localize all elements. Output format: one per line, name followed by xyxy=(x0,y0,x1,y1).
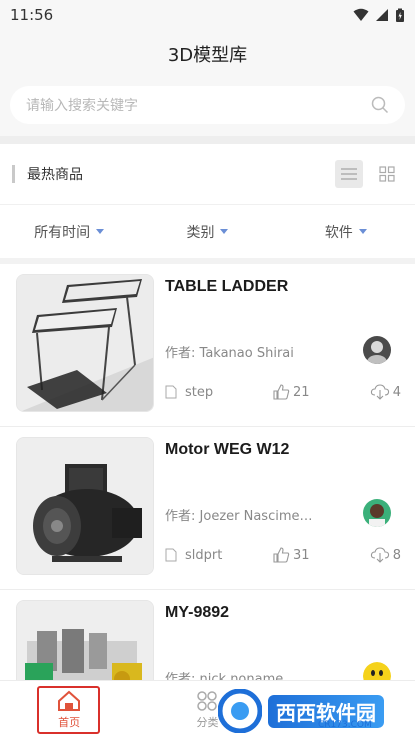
format-info: sldprt xyxy=(165,548,273,563)
list-item[interactable]: MY-9892 作者: nick noname xyxy=(0,590,415,680)
author-label: 作者: xyxy=(165,672,196,680)
system-icons xyxy=(353,8,405,23)
filter-bar: 所有时间 类别 软件 xyxy=(0,204,415,258)
section-title: 最热商品 xyxy=(27,167,83,183)
download-count[interactable]: 4 xyxy=(370,384,401,400)
battery-icon xyxy=(396,8,404,22)
cloud-download-icon xyxy=(370,547,389,563)
filter-category[interactable]: 类别 xyxy=(138,222,276,242)
download-value: 8 xyxy=(392,547,401,563)
like-count[interactable]: 31 xyxy=(273,547,361,563)
view-toggle xyxy=(335,160,415,188)
page-title: 3D模型库 xyxy=(167,45,248,66)
model-meta: step 21 4 xyxy=(165,384,401,400)
grid-view-icon xyxy=(379,166,395,182)
author-row: 作者: Takanao Shirai xyxy=(165,342,320,361)
watermark: 西西软件园 CR173.COM xyxy=(218,686,414,736)
author-label: 作者: xyxy=(165,346,196,361)
avatar[interactable] xyxy=(363,336,391,364)
section-marker xyxy=(12,165,15,183)
model-thumbnail[interactable] xyxy=(16,437,154,575)
thumbs-up-icon xyxy=(273,547,290,563)
list-view-icon xyxy=(341,168,357,180)
search-placeholder: 请输入搜索关键字 xyxy=(26,98,138,114)
filter-time[interactable]: 所有时间 xyxy=(0,222,138,242)
tab-category-label: 分类 xyxy=(196,715,219,729)
format-info: step xyxy=(165,385,273,400)
search-area: 请输入搜索关键字 xyxy=(0,78,415,136)
file-icon xyxy=(165,548,177,562)
model-name[interactable]: MY-9892 xyxy=(165,604,229,622)
author-row: 作者: Joezer Nascime… xyxy=(165,505,320,524)
filter-time-label: 所有时间 xyxy=(34,224,91,241)
watermark-logo-icon xyxy=(218,689,262,733)
search-input[interactable]: 请输入搜索关键字 xyxy=(10,86,405,124)
filter-software[interactable]: 软件 xyxy=(277,222,415,242)
download-value: 4 xyxy=(392,384,401,400)
author-name: Takanao Shirai xyxy=(199,346,294,361)
avatar[interactable] xyxy=(363,499,391,527)
like-value: 21 xyxy=(293,384,310,400)
file-icon xyxy=(165,385,177,399)
category-icon xyxy=(197,690,218,711)
section-gap xyxy=(0,136,415,144)
app-bar: 3D模型库 xyxy=(0,30,415,78)
author-label: 作者: xyxy=(165,509,196,524)
download-count[interactable]: 8 xyxy=(370,547,401,563)
model-thumbnail[interactable] xyxy=(16,600,154,680)
filter-software-label: 软件 xyxy=(324,224,353,241)
model-thumbnail[interactable] xyxy=(16,274,154,412)
format-label: sldprt xyxy=(185,547,223,563)
watermark-subtext: CR173.COM xyxy=(318,720,372,730)
author-row: 作者: nick noname xyxy=(165,668,320,680)
caret-down-icon xyxy=(220,229,229,234)
model-list: TABLE LADDER 作者: Takanao Shirai step 21 … xyxy=(0,264,415,680)
thumbs-up-icon xyxy=(273,384,290,400)
wifi-icon xyxy=(353,8,369,21)
author-name: nick noname xyxy=(199,672,284,680)
like-value: 31 xyxy=(293,547,310,563)
status-bar: 11:56 xyxy=(0,0,415,30)
like-count[interactable]: 21 xyxy=(273,384,361,400)
caret-down-icon xyxy=(96,229,105,234)
model-name[interactable]: TABLE LADDER xyxy=(165,278,288,296)
signal-icon xyxy=(376,9,388,21)
search-icon[interactable] xyxy=(371,96,389,114)
filter-category-label: 类别 xyxy=(186,224,215,241)
format-label: step xyxy=(185,384,214,400)
list-view-button[interactable] xyxy=(335,160,363,188)
caret-down-icon xyxy=(358,229,367,234)
list-item[interactable]: TABLE LADDER 作者: Takanao Shirai step 21 … xyxy=(0,264,415,427)
section-header: 最热商品 xyxy=(0,144,415,204)
author-name: Joezer Nascime… xyxy=(199,509,313,524)
grid-view-button[interactable] xyxy=(373,160,401,188)
model-meta: sldprt 31 8 xyxy=(165,547,401,563)
cloud-download-icon xyxy=(370,384,389,400)
model-name[interactable]: Motor WEG W12 xyxy=(165,441,289,459)
highlight-box xyxy=(37,686,100,734)
status-time: 11:56 xyxy=(10,6,54,24)
avatar[interactable] xyxy=(363,662,391,680)
list-item[interactable]: Motor WEG W12 作者: Joezer Nascime… sldprt… xyxy=(0,427,415,590)
